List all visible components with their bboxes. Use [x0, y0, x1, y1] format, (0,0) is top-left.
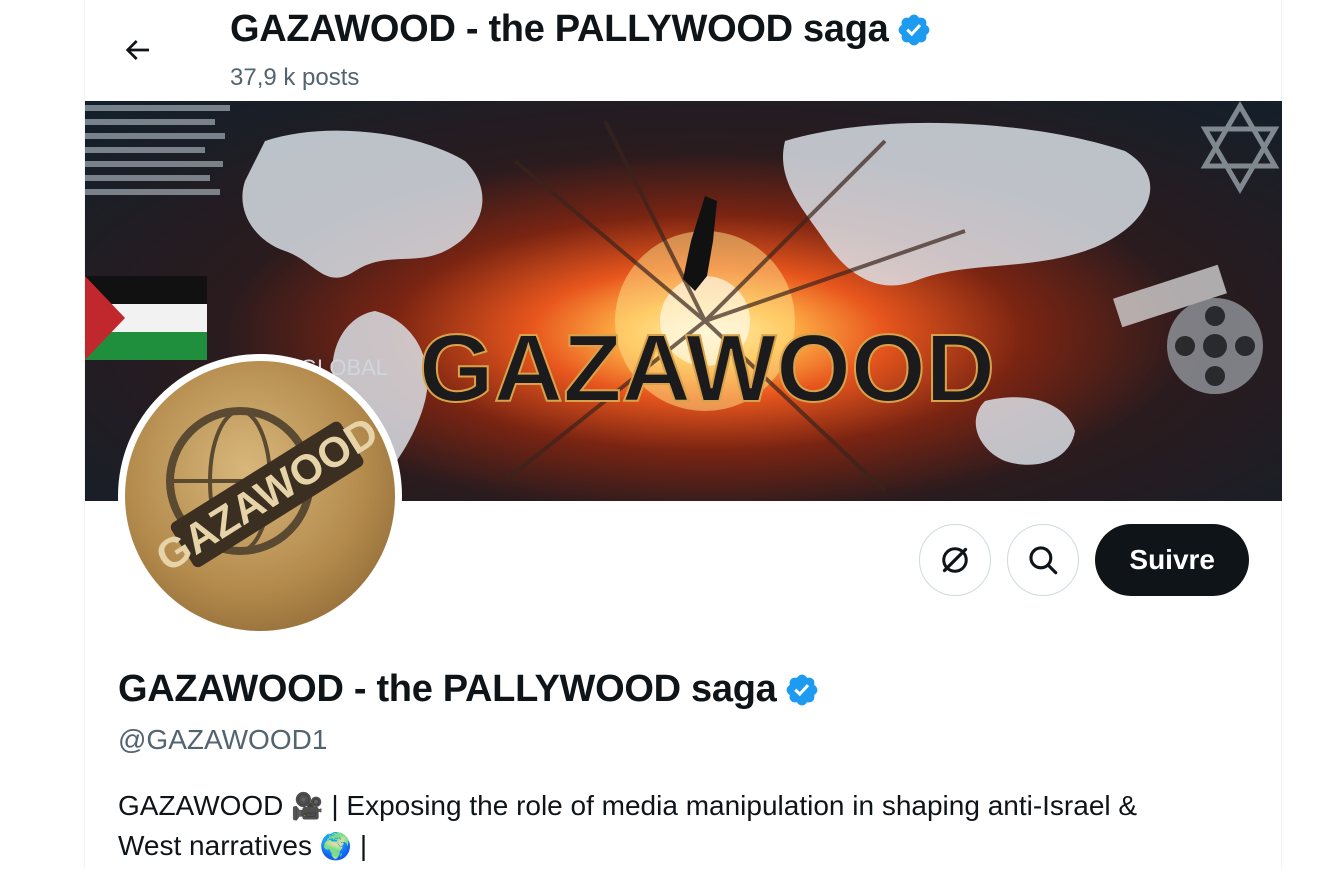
- banner-headline: GAZAWOOD: [419, 315, 995, 422]
- avatar[interactable]: GAZAWOOD: [118, 354, 402, 638]
- profile-column: GAZAWOOD - the PALLYWOOD saga 37,9 k pos…: [84, 0, 1282, 869]
- header-title-text: GAZAWOOD - the PALLYWOOD saga: [230, 8, 889, 50]
- search-button[interactable]: [1007, 524, 1080, 596]
- bio-text: |: [352, 830, 368, 861]
- profile-handle: @GAZAWOOD1: [118, 724, 328, 755]
- posts-count: 37,9 k posts: [230, 64, 360, 91]
- top-bar: GAZAWOOD - the PALLYWOOD saga 37,9 k pos…: [85, 0, 1281, 101]
- back-button[interactable]: [115, 28, 159, 72]
- arrow-left-icon: [125, 40, 149, 60]
- verified-badge-icon[interactable]: [784, 672, 820, 708]
- search-icon: [1029, 546, 1058, 575]
- profile-name-text: GAZAWOOD - the PALLYWOOD saga: [118, 668, 777, 710]
- avatar-logo-text: GAZAWOOD: [148, 407, 387, 580]
- profile-bio: GAZAWOOD 🎥 | Exposing the role of media …: [118, 786, 1258, 866]
- globe-icon: 🌍: [319, 831, 353, 861]
- verified-badge-icon: [896, 12, 932, 48]
- bio-text: | Exposing the role of media manipulatio…: [323, 790, 1138, 821]
- profile-actions: Suivre: [919, 524, 1249, 596]
- avatar-image: GAZAWOOD: [125, 361, 395, 631]
- bio-text: GAZAWOOD: [118, 790, 292, 821]
- grok-icon: [942, 547, 969, 573]
- camera-icon: 🎥: [291, 791, 324, 821]
- profile-name: GAZAWOOD - the PALLYWOOD saga: [118, 668, 820, 711]
- header-title: GAZAWOOD - the PALLYWOOD saga: [230, 8, 932, 51]
- grok-button[interactable]: [919, 524, 992, 596]
- follow-button[interactable]: Suivre: [1095, 524, 1249, 596]
- bio-text: West narratives: [118, 830, 320, 861]
